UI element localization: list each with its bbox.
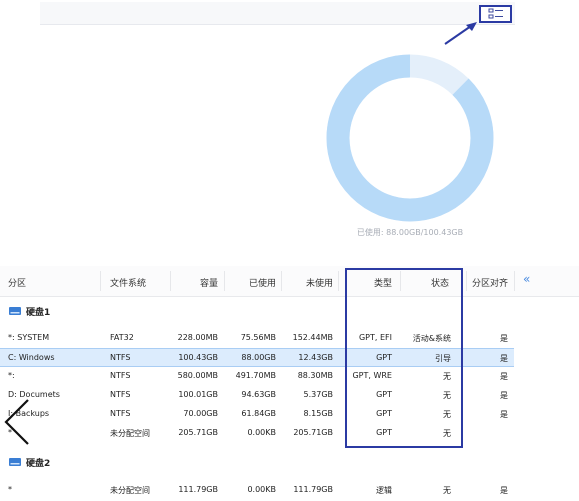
cell-filesystem: 未分配空间 — [110, 486, 150, 495]
cell-type: GPT, WRE — [352, 371, 392, 380]
disk-icon — [9, 307, 21, 315]
cell-partition: *: — [8, 371, 15, 380]
cell-used: 0.00KB — [247, 485, 276, 494]
cell-capacity: 580.00MB — [177, 371, 218, 380]
cell-unused: 8.15GB — [303, 409, 334, 418]
cell-type: 逻辑 — [376, 486, 392, 495]
view-toggle-button[interactable] — [479, 5, 512, 23]
table-row[interactable]: D: Documets NTFS 100.01GB 94.63GB 5.37GB… — [0, 386, 514, 405]
usage-text: 已使用: 88.00GB/100.43GB — [356, 228, 464, 237]
cell-filesystem: 未分配空间 — [110, 429, 150, 438]
cell-type: GPT — [376, 409, 392, 418]
cell-status: 活动&系统 — [412, 334, 451, 343]
cell-unused: 111.79GB — [293, 485, 333, 494]
table-header: 分区 文件系统 容量 已使用 未使用 类型 状态 分区对齐 « — [0, 266, 579, 297]
disk-name: 硬盘2 — [26, 459, 51, 469]
donut-used-segment — [326, 54, 494, 222]
disk-usage-donut — [326, 54, 494, 222]
cell-alignment: 是 — [500, 372, 508, 381]
disk-group-1[interactable]: 硬盘1 — [0, 300, 579, 322]
col-status[interactable]: 状态 — [415, 276, 449, 289]
cell-status: 无 — [443, 486, 451, 495]
partition-table: 分区 文件系统 容量 已使用 未使用 类型 状态 分区对齐 « 硬盘1 *: S… — [0, 266, 579, 501]
cell-status: 无 — [443, 410, 451, 419]
disk-icon — [9, 458, 21, 466]
cell-capacity: 100.43GB — [178, 353, 218, 362]
table-row-selected[interactable]: C: Windows NTFS 100.43GB 88.00GB 12.43GB… — [0, 348, 514, 367]
cell-filesystem: NTFS — [110, 353, 131, 362]
table-row[interactable]: * 未分配空间 205.71GB 0.00KB 205.71GB GPT 无 — [0, 424, 514, 443]
cell-capacity: 111.79GB — [178, 485, 218, 494]
col-type[interactable]: 类型 — [360, 276, 392, 289]
cell-type: GPT, EFI — [358, 333, 392, 342]
cell-capacity: 205.71GB — [178, 428, 218, 437]
col-used[interactable]: 已使用 — [230, 276, 276, 289]
cell-filesystem: FAT32 — [110, 333, 134, 342]
cell-used: 75.56MB — [240, 333, 276, 342]
cell-filesystem: NTFS — [110, 390, 131, 399]
disk-group-2[interactable]: 硬盘2 — [0, 451, 579, 473]
cell-used: 94.63GB — [241, 390, 276, 399]
cell-unused: 88.30MB — [297, 371, 333, 380]
cell-capacity: 100.01GB — [178, 390, 218, 399]
chevron-left-icon[interactable] — [0, 398, 32, 448]
cell-filesystem: NTFS — [110, 409, 131, 418]
top-toolbar — [40, 2, 515, 25]
cell-used: 491.70MB — [235, 371, 276, 380]
cell-type: GPT — [376, 390, 392, 399]
disk-name: 硬盘1 — [26, 308, 51, 318]
col-capacity[interactable]: 容量 — [180, 276, 218, 289]
col-filesystem[interactable]: 文件系统 — [110, 276, 146, 289]
collapse-panel-button[interactable]: « — [523, 272, 530, 286]
cell-partition: *: SYSTEM — [8, 333, 50, 342]
cell-status: 无 — [443, 429, 451, 438]
cell-alignment: 是 — [500, 391, 508, 400]
cell-type: GPT — [376, 428, 392, 437]
cell-capacity: 228.00MB — [177, 333, 218, 342]
col-alignment[interactable]: 分区对齐 — [472, 276, 508, 289]
cell-used: 88.00GB — [241, 353, 276, 362]
cell-status: 无 — [443, 391, 451, 400]
cell-unused: 12.43GB — [298, 353, 333, 362]
table-row[interactable]: *: SYSTEM FAT32 228.00MB 75.56MB 152.44M… — [0, 329, 514, 348]
cell-alignment: 是 — [500, 410, 508, 419]
col-unused[interactable]: 未使用 — [290, 276, 333, 289]
cell-alignment: 是 — [500, 486, 508, 495]
cell-type: GPT — [376, 353, 392, 362]
col-partition[interactable]: 分区 — [8, 276, 26, 289]
cell-unused: 205.71GB — [293, 428, 333, 437]
grid-view-icon — [488, 8, 503, 19]
cell-capacity: 70.00GB — [183, 409, 218, 418]
table-row[interactable]: I: Backups NTFS 70.00GB 61.84GB 8.15GB G… — [0, 405, 514, 424]
cell-status: 无 — [443, 372, 451, 381]
cell-partition: C: Windows — [8, 353, 55, 362]
cell-used: 61.84GB — [241, 409, 276, 418]
cell-used: 0.00KB — [247, 428, 276, 437]
table-row[interactable]: *: NTFS 580.00MB 491.70MB 88.30MB GPT, W… — [0, 367, 514, 386]
cell-status: 引导 — [435, 354, 451, 363]
cell-unused: 152.44MB — [292, 333, 333, 342]
cell-filesystem: NTFS — [110, 371, 131, 380]
cell-partition: * — [8, 485, 12, 494]
cell-unused: 5.37GB — [303, 390, 334, 399]
cell-alignment: 是 — [500, 334, 508, 343]
cell-alignment: 是 — [500, 354, 508, 363]
table-row[interactable]: * 未分配空间 111.79GB 0.00KB 111.79GB 逻辑 无 是 — [0, 481, 514, 500]
